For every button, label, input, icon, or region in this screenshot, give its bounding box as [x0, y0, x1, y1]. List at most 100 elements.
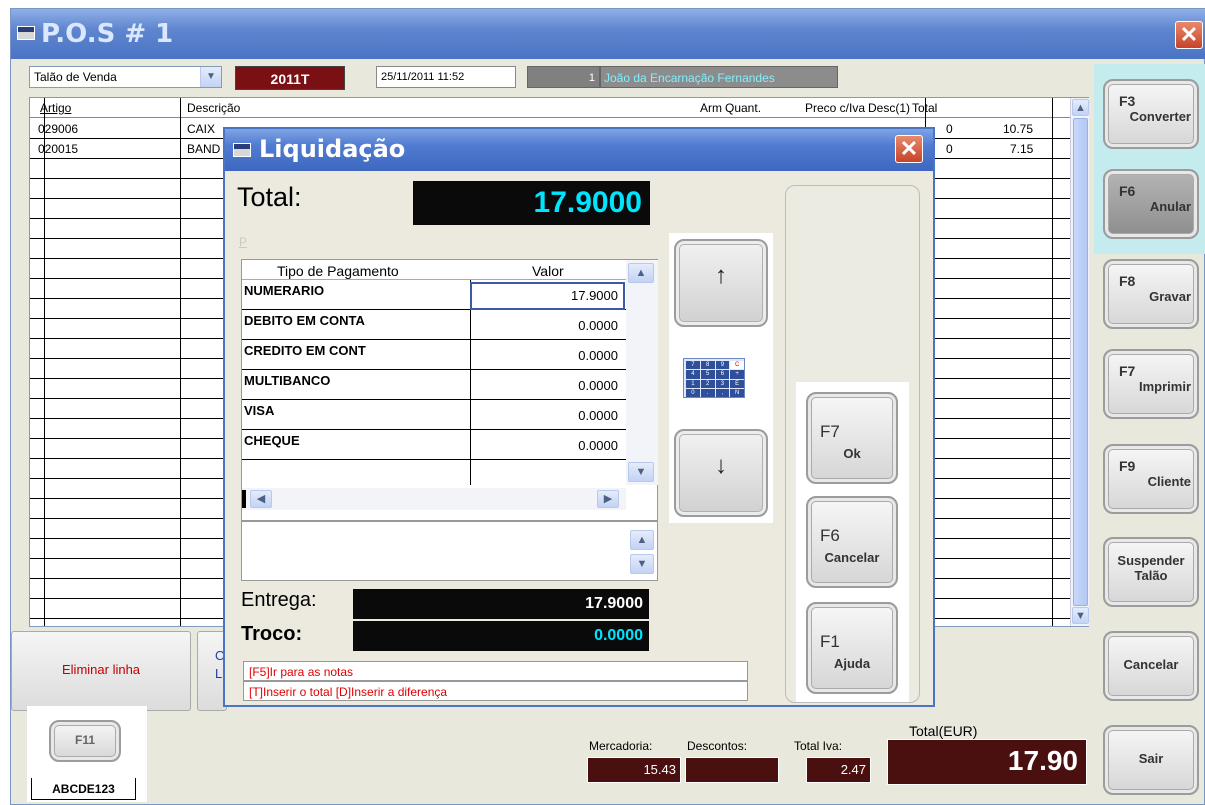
row-2-desc-fragment: 0 [946, 142, 953, 156]
entrega-display[interactable]: 17.9000 [353, 589, 649, 619]
descontos-value [685, 757, 779, 783]
f11-button[interactable]: F11 [49, 720, 121, 762]
dialog-button-ajuda[interactable]: F1 Ajuda [806, 602, 898, 694]
liquidacao-dialog: Liquidação ✕ Total: 17.9000 P Tipo de Pa… [223, 127, 935, 707]
close-icon[interactable]: ✕ [1175, 21, 1203, 49]
side-button-cancelar[interactable]: Cancelar [1103, 631, 1199, 701]
payment-row[interactable]: MULTIBANCO 0.0000 [242, 370, 626, 400]
payment-col-separator [470, 310, 471, 340]
grid-vertical-scrollbar[interactable]: ▲ ▼ [1070, 98, 1089, 626]
datetime-field: 25/11/2011 11:52 [376, 66, 516, 88]
doc-type-select[interactable]: Talão de Venda ▼ [29, 66, 222, 88]
side-button-cliente[interactable]: F9 Cliente [1103, 444, 1199, 514]
scroll-down-icon[interactable]: ▼ [1072, 607, 1089, 624]
row-1-artigo[interactable]: 029006 [38, 122, 78, 136]
side-button-suspender-tal-o[interactable]: Suspender Talão [1103, 537, 1199, 607]
mercadoria-value: 15.43 [587, 757, 681, 783]
col-arm[interactable]: Arm [700, 101, 722, 115]
payment-row[interactable]: VISA 0.0000 [242, 400, 626, 430]
grid-column-line [44, 98, 45, 626]
hint-insert: [T]Inserir o total [D]Inserir a diferenç… [249, 685, 448, 699]
client-id-field[interactable]: 1 [527, 66, 600, 88]
payment-col-separator [470, 340, 471, 370]
keypad-key: 5 [700, 370, 715, 379]
col-desc[interactable]: Desc(1) [868, 101, 910, 115]
dialog-title: Liquidação [259, 135, 406, 163]
col-descricao[interactable]: Descrição [187, 101, 240, 115]
arrow-down-icon[interactable]: ↓ [674, 429, 768, 517]
grid-header: Artigo Descrição Arm Quant. Preco c/Iva … [30, 98, 1070, 118]
dialog-close-icon[interactable]: ✕ [895, 135, 923, 163]
grid-column-line [180, 98, 181, 626]
payment-value[interactable]: 0.0000 [578, 408, 618, 423]
keypad-key: 9 [715, 361, 730, 370]
dialog-titlebar[interactable]: Liquidação ✕ [225, 129, 933, 171]
payments-scroll-up-icon[interactable]: ▲ [628, 263, 654, 283]
side-button-sair[interactable]: Sair [1103, 725, 1199, 795]
dialog-button-label: Ok [843, 446, 861, 461]
side-button-converter[interactable]: F3 Converter [1103, 79, 1199, 149]
col-payment-value[interactable]: Valor [532, 263, 564, 279]
keypad-icon[interactable]: 7 8 9 C 4 5 6 +1 2 3 E 0., N [683, 358, 745, 398]
payment-type: CHEQUE [244, 433, 300, 448]
row-2-artigo[interactable]: 020015 [38, 142, 78, 156]
payment-type: NUMERARIO [244, 283, 325, 298]
payment-value[interactable]: 0.0000 [578, 348, 618, 363]
client-name-field[interactable]: João da Encarnação Fernandes [600, 66, 838, 88]
row-2-total[interactable]: 7.15 [1010, 142, 1033, 156]
payment-type: MULTIBANCO [244, 373, 331, 388]
row-2-descricao[interactable]: BAND [187, 142, 220, 156]
p-marker: P [239, 235, 248, 249]
grid-column-line [1052, 98, 1053, 626]
row-1-descricao[interactable]: CAIX [187, 122, 215, 136]
payments-scroll-down-icon[interactable]: ▼ [628, 462, 654, 482]
hint-box-1: [F5]Ir para as notas [243, 661, 748, 681]
keypad-key: C [730, 361, 744, 370]
navigation-panel: ↑ 7 8 9 C 4 5 6 +1 2 3 E 0., N ↓ [669, 233, 773, 523]
hint-box-2: [T]Inserir o total [D]Inserir a diferenç… [243, 681, 748, 701]
side-button-imprimir[interactable]: F7 Imprimir [1103, 349, 1199, 419]
troco-display: 0.0000 [353, 621, 649, 651]
descontos-label: Descontos: [687, 739, 748, 753]
chevron-down-icon[interactable]: ▼ [200, 67, 221, 87]
side-button-anular[interactable]: F6 Anular [1103, 169, 1199, 239]
payments-grid[interactable]: Tipo de Pagamento Valor NUMERARIO 17.9000… [241, 259, 658, 521]
notes-area[interactable]: ▲ ▼ [241, 521, 658, 581]
side-button-gravar[interactable]: F8 Gravar [1103, 259, 1199, 329]
arrow-up-icon[interactable]: ↑ [674, 239, 768, 327]
dialog-button-key: F7 [820, 422, 840, 441]
keypad-key: 2 [700, 379, 715, 388]
notes-scroll-up-icon[interactable]: ▲ [630, 530, 654, 550]
scroll-right-icon[interactable]: ▶ [597, 490, 619, 508]
scroll-thumb[interactable] [1073, 118, 1088, 606]
payment-type: DEBITO EM CONTA [244, 313, 365, 328]
payment-row[interactable]: CHEQUE 0.0000 [242, 430, 626, 460]
notes-scroll-down-icon[interactable]: ▼ [630, 554, 654, 574]
dialog-button-label: Cancelar [824, 550, 880, 565]
side-button-label: Gravar [1149, 289, 1191, 304]
col-quant[interactable]: Quant. [725, 101, 761, 115]
payment-row[interactable]: DEBITO EM CONTA 0.0000 [242, 310, 626, 340]
payments-hscroll[interactable]: ◀ ▶ [242, 488, 626, 510]
dialog-button-label: Ajuda [833, 656, 871, 671]
col-payment-type[interactable]: Tipo de Pagamento [277, 263, 399, 279]
payment-row[interactable]: CREDITO EM CONT 0.0000 [242, 340, 626, 370]
col-preco[interactable]: Preco c/Iva [805, 101, 865, 115]
payment-value[interactable]: 0.0000 [578, 438, 618, 453]
scroll-left-icon[interactable]: ◀ [250, 490, 272, 508]
payment-value[interactable]: 0.0000 [578, 318, 618, 333]
main-titlebar[interactable]: P.O.S # 1 ✕ [11, 9, 1205, 59]
side-button-label: Cliente [1147, 474, 1191, 489]
scroll-up-icon[interactable]: ▲ [1072, 99, 1089, 116]
payment-type: CREDITO EM CONT [244, 343, 366, 358]
row-1-total[interactable]: 10.75 [1003, 122, 1033, 136]
keypad-key: . [700, 388, 715, 397]
side-button-key: F3 [1119, 93, 1136, 109]
delete-line-button[interactable]: Eliminar linha [11, 631, 191, 711]
payments-vscroll[interactable]: ▲ ▼ [626, 260, 658, 485]
side-button-label: Cancelar [1123, 657, 1179, 672]
dialog-button-ok[interactable]: F7 Ok [806, 392, 898, 484]
dialog-button-cancelar[interactable]: F6 Cancelar [806, 496, 898, 588]
payment-value[interactable]: 0.0000 [578, 378, 618, 393]
keypad-key: 8 [700, 361, 715, 370]
